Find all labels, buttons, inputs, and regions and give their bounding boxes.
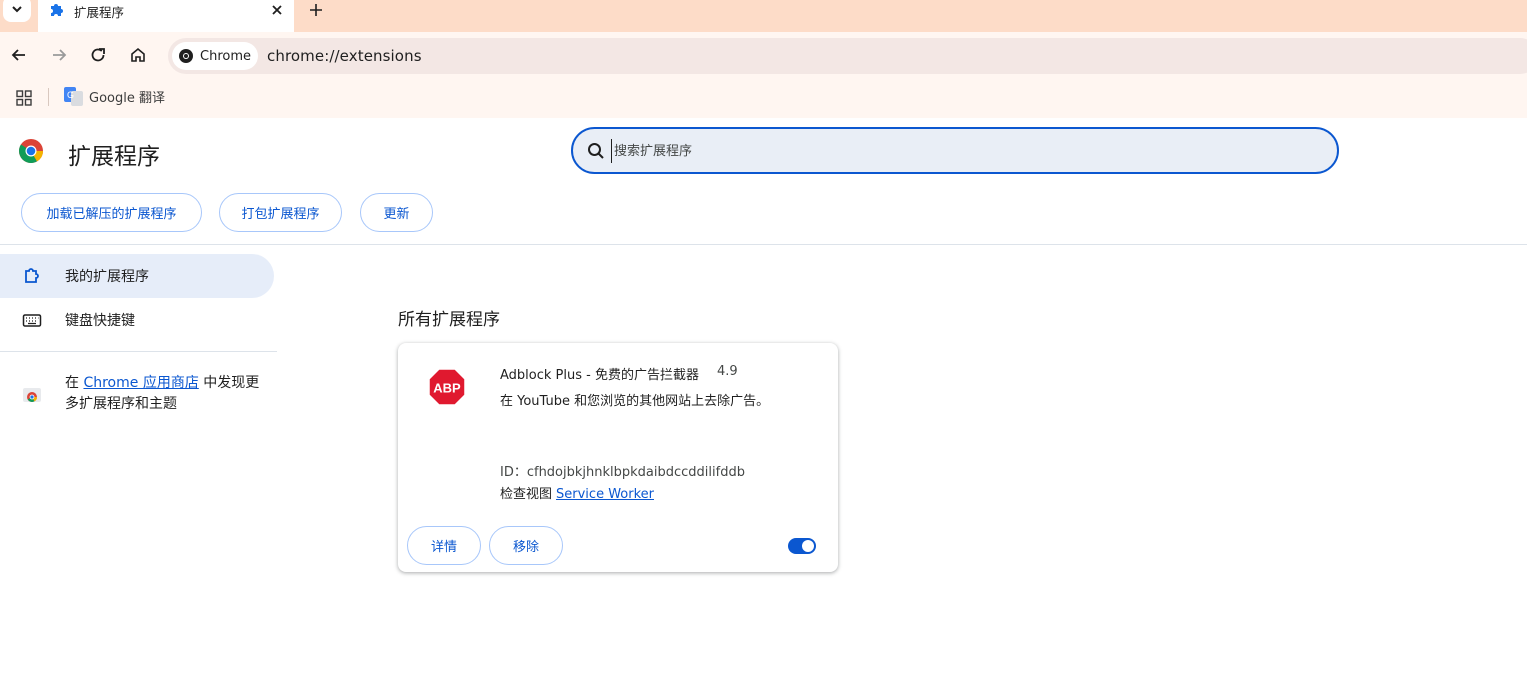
sidebar-item-keyboard-shortcuts[interactable]: 键盘快捷键 bbox=[0, 298, 274, 342]
extension-version: 4.9 bbox=[717, 364, 738, 379]
chrome-web-store-icon bbox=[23, 388, 41, 402]
reload-icon[interactable] bbox=[88, 45, 108, 65]
search-box[interactable] bbox=[571, 127, 1339, 174]
load-unpacked-button[interactable]: 加载已解压的扩展程序 bbox=[21, 193, 202, 232]
chrome-icon bbox=[179, 49, 193, 63]
tab-extensions[interactable]: 扩展程序 bbox=[38, 0, 294, 32]
site-chip-label: Chrome bbox=[200, 48, 251, 64]
browser-toolbar: Chrome chrome://extensions bbox=[0, 32, 1527, 78]
extension-icon bbox=[25, 268, 39, 283]
web-store-promo: 在 Chrome 应用商店 中发现更多扩展程序和主题 bbox=[65, 373, 270, 415]
service-worker-link[interactable]: Service Worker bbox=[556, 487, 654, 502]
address-bar[interactable]: Chrome chrome://extensions bbox=[168, 38, 1527, 74]
abp-icon: ABP bbox=[428, 368, 466, 406]
extension-enable-toggle[interactable] bbox=[788, 538, 816, 554]
back-arrow-icon[interactable] bbox=[9, 45, 29, 65]
details-button[interactable]: 详情 bbox=[407, 526, 481, 565]
bookmark-google-translate[interactable]: G Google 翻译 bbox=[64, 87, 165, 106]
search-input[interactable] bbox=[611, 139, 1311, 163]
tab-title: 扩展程序 bbox=[74, 5, 125, 20]
extension-description: 在 YouTube 和您浏览的其他网站上去除广告。 bbox=[500, 394, 770, 409]
site-info-chip[interactable]: Chrome bbox=[172, 42, 258, 70]
chrome-logo-icon bbox=[18, 139, 43, 164]
sidebar-item-my-extensions[interactable]: 我的扩展程序 bbox=[0, 254, 274, 298]
forward-arrow-icon[interactable] bbox=[49, 45, 69, 65]
bookmarks-bar: G Google 翻译 bbox=[0, 78, 1527, 118]
inspect-views-label: 检查视图 bbox=[500, 487, 553, 502]
tab-search-button[interactable] bbox=[3, 0, 31, 22]
inspect-views: 检查视图 Service Worker bbox=[500, 483, 654, 502]
search-icon bbox=[588, 143, 604, 159]
page-title: 扩展程序 bbox=[68, 144, 160, 170]
new-tab-icon[interactable] bbox=[307, 1, 325, 19]
tab-strip: 扩展程序 bbox=[0, 0, 1527, 32]
store-prefix: 在 bbox=[65, 375, 79, 391]
extension-name: Adblock Plus - 免费的广告拦截器 bbox=[500, 368, 699, 383]
remove-button[interactable]: 移除 bbox=[489, 526, 563, 565]
svg-text:G: G bbox=[67, 90, 74, 100]
sidebar-item-label: 键盘快捷键 bbox=[65, 313, 135, 329]
home-icon[interactable] bbox=[128, 45, 148, 65]
close-icon[interactable] bbox=[269, 2, 285, 18]
section-title: 所有扩展程序 bbox=[398, 310, 500, 330]
extension-card: ABP Adblock Plus - 免费的广告拦截器 4.9 在 YouTub… bbox=[398, 343, 838, 572]
header-divider bbox=[0, 244, 1527, 245]
toggle-knob bbox=[802, 540, 814, 552]
update-button[interactable]: 更新 bbox=[360, 193, 433, 232]
bookmark-divider bbox=[48, 88, 49, 106]
abp-icon-text: ABP bbox=[433, 381, 461, 396]
chevron-down-icon bbox=[12, 6, 22, 13]
sidebar-divider bbox=[0, 351, 277, 352]
bookmark-label: Google 翻译 bbox=[89, 91, 165, 106]
chrome-web-store-link[interactable]: Chrome 应用商店 bbox=[83, 375, 198, 391]
url-text[interactable]: chrome://extensions bbox=[267, 47, 422, 65]
google-translate-icon: G bbox=[64, 87, 83, 106]
apps-grid-icon[interactable] bbox=[16, 90, 32, 106]
pack-extension-button[interactable]: 打包扩展程序 bbox=[219, 193, 342, 232]
extension-id: ID：cfhdojbkjhnklbpkdaibdccddilifddb bbox=[500, 465, 745, 480]
keyboard-icon bbox=[22, 314, 42, 327]
puzzle-icon bbox=[51, 4, 63, 16]
sidebar-item-label: 我的扩展程序 bbox=[65, 269, 149, 285]
